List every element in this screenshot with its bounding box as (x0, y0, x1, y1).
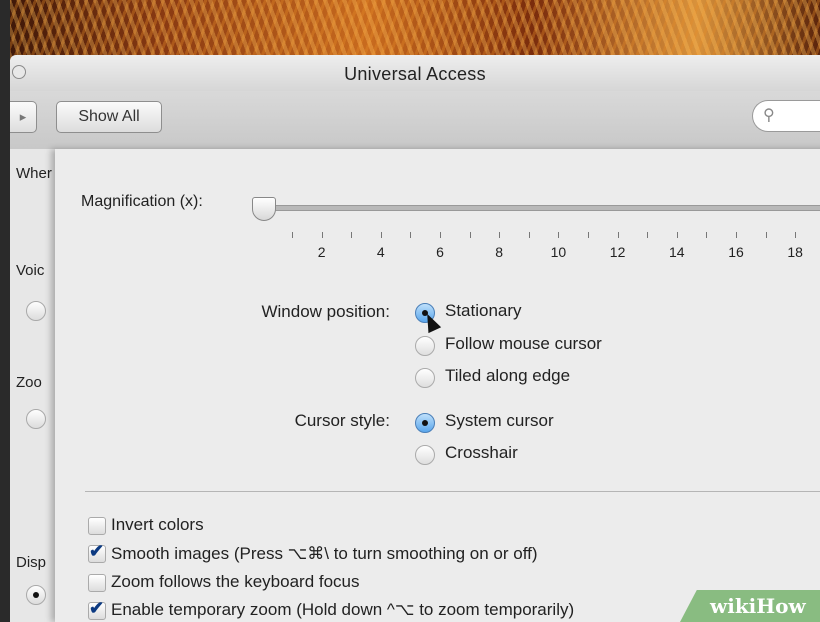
slider-tick (765, 232, 767, 238)
slider-tick (795, 232, 797, 238)
chevron-right-icon: ▸ (19, 109, 27, 124)
toolbar: ▸ Show All ⚲ (10, 91, 820, 150)
slider-tick-label: 8 (495, 244, 504, 260)
slider-tick (440, 232, 441, 238)
left-label-zoom: Zoo (16, 374, 42, 391)
slider-tick-label: 4 (376, 244, 385, 260)
slider-tick (469, 232, 471, 238)
radio-system-cursor[interactable] (415, 413, 435, 433)
magnification-label: Magnification (x): (81, 193, 203, 210)
desktop-wallpaper (0, 0, 820, 60)
radio-follow-mouse[interactable] (415, 336, 435, 356)
checkbox-zoom-follows-focus[interactable] (88, 574, 106, 592)
slider-tick-label: 2 (317, 244, 326, 260)
slider-tick-label: 14 (669, 244, 685, 260)
wikihow-watermark: wikiHow (680, 590, 820, 622)
radio-crosshair[interactable] (415, 445, 435, 465)
left-label-when: Wher (16, 165, 52, 182)
separator (85, 491, 820, 492)
slider-tick (321, 232, 323, 238)
slider-tick (351, 232, 353, 238)
slider-tick (588, 232, 589, 238)
magnification-slider-knob[interactable] (252, 197, 276, 221)
magnification-slider[interactable] (263, 205, 820, 211)
zoom-follows-focus-label: Zoom follows the keyboard focus (111, 572, 360, 591)
window-edge (0, 0, 10, 622)
slider-tick-label: 16 (728, 244, 744, 260)
slider-tick (528, 232, 530, 238)
radio-system-cursor-label: System cursor (445, 411, 554, 430)
slider-tick-label: 18 (787, 244, 803, 260)
radio-tiled-label: Tiled along edge (445, 366, 571, 385)
search-icon: ⚲ (763, 107, 775, 124)
window-titlebar: Universal Access (10, 55, 820, 91)
display-radio[interactable] (26, 585, 46, 605)
radio-follow-mouse-label: Follow mouse cursor (445, 334, 602, 353)
slider-tick (558, 232, 560, 238)
zoom-options-sheet: Magnification (x): 2 4 6 8 10 12 14 16 18 Window… (55, 149, 820, 622)
slider-tick (706, 232, 708, 238)
radio-stationary-label: Stationary (445, 301, 522, 320)
left-label-voiceover: Voic (16, 262, 45, 279)
voiceover-radio[interactable] (26, 301, 46, 321)
slider-tick (736, 232, 737, 238)
slider-tick (410, 232, 412, 238)
radio-tiled[interactable] (415, 368, 435, 388)
smooth-images-label: Smooth images (Press ⌥⌘\ to turn smoothi… (111, 544, 538, 563)
radio-crosshair-label: Crosshair (445, 443, 518, 462)
window-title: Universal Access (344, 64, 486, 84)
checkmark-icon: ✔ (89, 598, 105, 618)
left-label-display: Disp (16, 554, 47, 571)
search-input[interactable]: ⚲ (752, 100, 820, 132)
show-all-button[interactable]: Show All (56, 101, 162, 133)
slider-tick-label: 6 (436, 244, 444, 260)
slider-tick (499, 232, 501, 238)
checkbox-invert-colors[interactable] (88, 517, 106, 535)
cursor-style-label: Cursor style: (294, 411, 390, 430)
slider-tick-label: 12 (609, 244, 626, 260)
checkbox-smooth-images[interactable]: ✔ (88, 541, 106, 563)
slider-tick (676, 232, 678, 238)
slider-tick (292, 232, 293, 238)
back-button[interactable]: ▸ (10, 101, 37, 133)
checkmark-icon: ✔ (89, 541, 105, 561)
window-position-label: Window position: (261, 302, 390, 321)
checkbox-temporary-zoom[interactable]: ✔ (88, 598, 106, 620)
zoom-radio[interactable] (26, 409, 46, 429)
slider-tick (617, 232, 619, 238)
slider-tick (380, 232, 382, 238)
slider-tick (647, 232, 649, 238)
slider-tick-label: 10 (550, 244, 567, 260)
left-background-pane: Wher Voic Zoo Disp (10, 149, 60, 622)
temporary-zoom-label: Enable temporary zoom (Hold down ^⌥ to z… (111, 600, 575, 619)
invert-colors-label: Invert colors (111, 515, 204, 534)
